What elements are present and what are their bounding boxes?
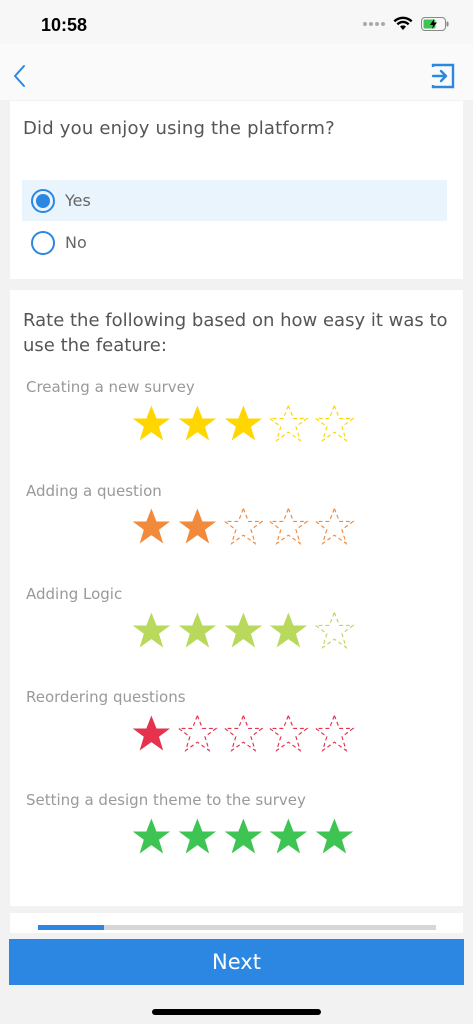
signal-icon (363, 21, 385, 26)
star-rating (131, 403, 355, 447)
star-empty-icon[interactable] (268, 506, 310, 548)
option-label: Yes (65, 191, 91, 210)
home-indicator (152, 1009, 321, 1015)
star-filled-icon[interactable] (177, 816, 218, 858)
back-button[interactable] (10, 62, 30, 90)
battery-charging-icon (421, 16, 449, 31)
status-time: 10:58 (41, 15, 88, 35)
star-empty-icon[interactable] (314, 713, 355, 755)
star-empty-icon[interactable] (222, 506, 264, 548)
star-filled-icon[interactable] (223, 816, 264, 858)
star-empty-icon[interactable] (314, 610, 355, 652)
star-rating (131, 610, 355, 654)
star-filled-icon[interactable] (131, 713, 172, 755)
star-filled-icon[interactable] (268, 816, 309, 858)
star-empty-icon[interactable] (314, 506, 355, 548)
star-empty-icon[interactable] (176, 713, 218, 755)
star-empty-icon[interactable] (222, 713, 264, 755)
next-question-card (10, 913, 463, 933)
rating-label: Setting a design theme to the survey (26, 791, 306, 809)
question-title: Rate the following based on how easy it … (23, 310, 448, 356)
star-filled-icon[interactable] (177, 403, 218, 445)
star-filled-icon[interactable] (131, 816, 172, 858)
radio-checked-icon[interactable] (31, 188, 55, 213)
star-filled-icon[interactable] (131, 610, 172, 652)
nav-bar (0, 44, 473, 100)
question-title: Did you enjoy using the platform? (23, 118, 335, 139)
star-filled-icon[interactable] (314, 816, 355, 858)
rating-label: Creating a new survey (26, 378, 195, 396)
star-filled-icon[interactable] (177, 610, 218, 652)
star-filled-icon[interactable] (268, 610, 309, 652)
rating-label: Reordering questions (26, 688, 186, 706)
radio-unchecked-icon[interactable] (31, 230, 55, 255)
star-empty-icon[interactable] (268, 713, 310, 755)
star-filled-icon[interactable] (223, 610, 264, 652)
rating-label: Adding a question (26, 482, 162, 500)
option-yes[interactable]: Yes (22, 180, 447, 221)
star-empty-icon[interactable] (268, 403, 310, 445)
wifi-icon (393, 16, 413, 30)
star-filled-icon[interactable] (131, 403, 172, 445)
rating-label: Adding Logic (26, 585, 123, 603)
next-button[interactable]: Next (9, 939, 464, 985)
question-card-rating: Rate the following based on how easy it … (10, 290, 463, 906)
star-rating (131, 506, 355, 550)
star-filled-icon[interactable] (223, 403, 264, 445)
exit-button[interactable] (430, 62, 456, 90)
status-icons (363, 16, 449, 31)
star-filled-icon[interactable] (177, 506, 218, 548)
star-empty-icon[interactable] (314, 403, 355, 445)
star-filled-icon[interactable] (131, 506, 172, 548)
star-rating (131, 713, 355, 757)
progress-bar (38, 925, 436, 930)
status-bar: 10:58 (0, 0, 473, 44)
progress-fill (38, 925, 104, 930)
question-card-enjoy: Did you enjoy using the platform? Yes No (10, 101, 463, 279)
option-label: No (65, 233, 87, 252)
option-no[interactable]: No (22, 222, 447, 263)
star-rating (131, 816, 355, 860)
